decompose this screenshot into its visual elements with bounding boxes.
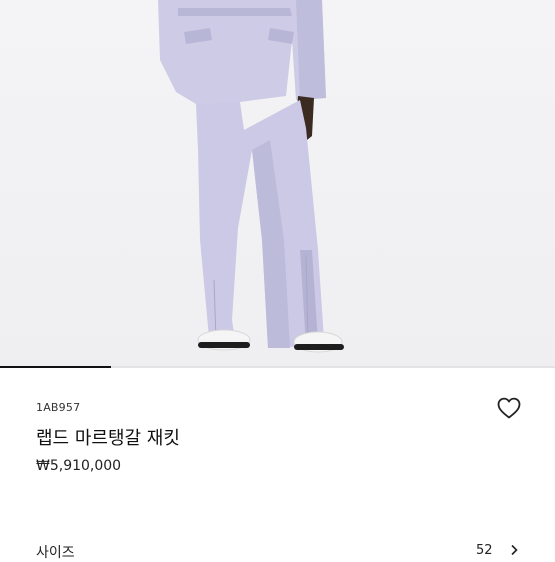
product-title: 랩드 마르탱갈 재킷 (36, 428, 180, 449)
size-label: 사이즈 (36, 545, 75, 561)
product-sku: 1AB957 (36, 401, 81, 414)
product-image[interactable] (0, 0, 555, 366)
heart-icon (497, 397, 521, 419)
model-illustration (158, 0, 344, 353)
size-value: 52 (476, 543, 493, 558)
wishlist-button[interactable] (496, 396, 522, 420)
size-selector[interactable]: 사이즈 52 (0, 530, 555, 561)
chevron-right-icon (511, 544, 518, 556)
gallery-progress-bar (0, 366, 555, 368)
product-price: ₩5,910,000 (36, 458, 122, 474)
gallery-progress-fill (0, 366, 111, 368)
